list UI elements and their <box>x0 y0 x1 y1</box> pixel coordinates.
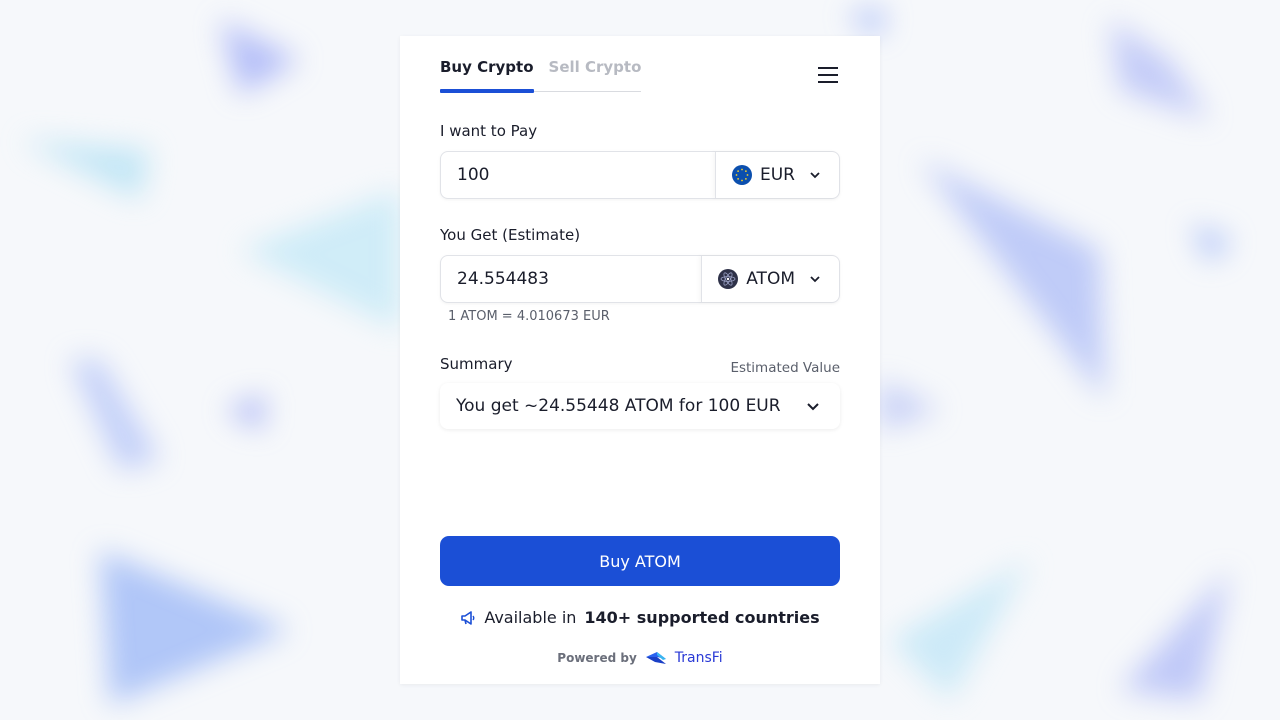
megaphone-icon <box>461 610 475 625</box>
availability-countries: 140+ supported countries <box>584 608 820 627</box>
get-field: ATOM <box>440 255 840 303</box>
get-currency-code: ATOM <box>746 269 795 289</box>
get-label: You Get (Estimate) <box>440 226 581 244</box>
transfi-brand: TransFi <box>674 650 723 666</box>
chevron-down-icon <box>807 402 819 410</box>
summary-label: Summary <box>440 355 513 373</box>
buy-button[interactable]: Buy ATOM <box>440 536 840 586</box>
pay-currency-code: EUR <box>760 165 795 185</box>
pay-currency-select[interactable]: EUR <box>715 152 839 198</box>
tab-buy-crypto[interactable]: Buy Crypto <box>440 58 534 93</box>
summary-text: You get ~24.55448 ATOM for 100 EUR <box>456 396 781 416</box>
cosmos-atom-icon <box>718 269 739 289</box>
tab-sell-crypto[interactable]: Sell Crypto <box>549 58 642 91</box>
summary-dropdown[interactable]: You get ~24.55448 ATOM for 100 EUR <box>440 383 840 429</box>
get-amount-input[interactable] <box>441 268 702 290</box>
widget-card: Buy Crypto Sell Crypto I want to Pay EUR… <box>400 36 880 684</box>
chevron-down-icon <box>810 172 820 179</box>
pay-label: I want to Pay <box>440 122 538 140</box>
powered-by-label: Powered by <box>557 651 637 665</box>
get-currency-select[interactable]: ATOM <box>701 256 839 302</box>
availability-prefix: Available in <box>484 608 577 627</box>
availability-line: Available in 140+ supported countries <box>400 608 880 627</box>
exchange-rate: 1 ATOM = 4.010673 EUR <box>448 309 610 324</box>
powered-by: Powered by TransFi <box>400 650 880 666</box>
pay-field: EUR <box>440 151 840 199</box>
chevron-down-icon <box>810 276 820 283</box>
transfi-logo-icon <box>645 652 666 664</box>
pay-amount-input[interactable] <box>441 164 715 186</box>
estimated-value-label: Estimated Value <box>730 360 840 376</box>
hamburger-menu-icon[interactable] <box>818 67 838 83</box>
tab-bar: Buy Crypto Sell Crypto <box>440 58 642 93</box>
euro-flag-icon <box>732 165 752 185</box>
